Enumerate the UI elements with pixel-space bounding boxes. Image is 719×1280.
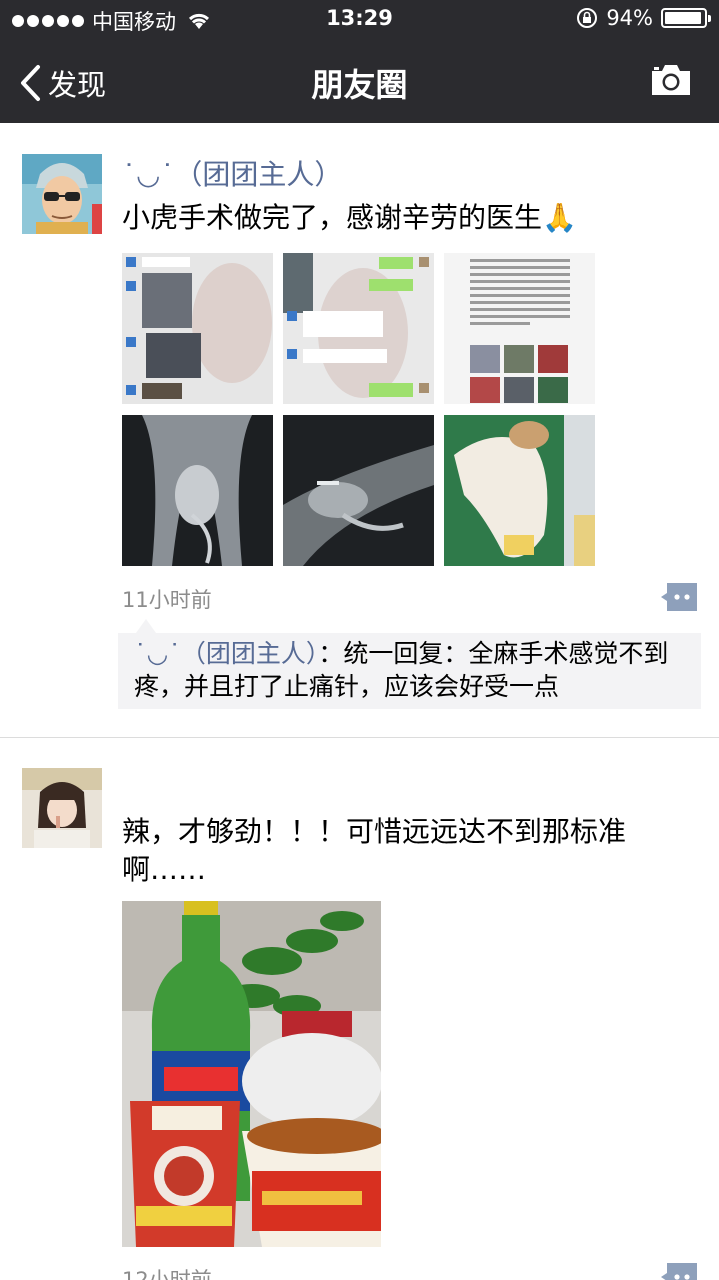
photo-thumbnail[interactable]	[444, 415, 595, 566]
post-text: 辣，才够劲！！！可惜远远达不到那标准啊……	[122, 815, 627, 886]
xray-image	[283, 415, 434, 566]
comment-button-icon[interactable]	[661, 1263, 697, 1280]
comment-separator: ：	[318, 639, 344, 668]
puppy-photo-image	[444, 415, 595, 566]
avatar-image	[22, 768, 102, 848]
battery-level	[665, 12, 701, 24]
comment-author[interactable]: ˙◡˙（团团主人）	[134, 639, 318, 668]
post-text: 小虎手术做完了，感谢辛劳的医生🙏	[122, 201, 577, 234]
post-divider	[0, 737, 719, 738]
camera-icon[interactable]	[649, 62, 693, 98]
status-bar: 中国移动 13:29 94%	[0, 0, 719, 40]
nav-bar: 发现 朋友圈	[0, 40, 719, 123]
text-with-photos-image	[444, 253, 595, 404]
rotation-lock-icon	[577, 8, 598, 28]
avatar[interactable]	[22, 154, 102, 234]
photo-thumbnail[interactable]	[283, 253, 434, 404]
photo-thumbnail[interactable]	[122, 901, 381, 1247]
photo-thumbnail[interactable]	[122, 415, 273, 566]
xray-image	[122, 415, 273, 566]
comment-button-icon[interactable]	[661, 583, 697, 611]
avatar-image	[22, 154, 102, 234]
photo-thumbnail[interactable]	[122, 253, 273, 404]
chat-screenshot-image	[122, 253, 273, 404]
post-author[interactable]: ˙◡˙（团团主人）	[122, 153, 342, 193]
snack-photo-image	[122, 901, 381, 1247]
comment-item[interactable]: ˙◡˙（团团主人）：统一回复：全麻手术感觉不到疼，并且打了止痛针，应该会好受一点	[134, 637, 694, 703]
battery-icon	[661, 8, 711, 28]
photo-thumbnail[interactable]	[283, 415, 434, 566]
battery-percent: 94%	[606, 6, 653, 30]
post-time: 11小时前	[122, 588, 212, 612]
photo-thumbnail[interactable]	[444, 253, 595, 404]
comment-section: ˙◡˙（团团主人）：统一回复：全麻手术感觉不到疼，并且打了止痛针，应该会好受一点	[118, 619, 701, 709]
chat-screenshot-image	[283, 253, 434, 404]
post-time: 12小时前	[122, 1268, 212, 1280]
page-title: 朋友圈	[311, 66, 408, 104]
avatar[interactable]	[22, 768, 102, 848]
